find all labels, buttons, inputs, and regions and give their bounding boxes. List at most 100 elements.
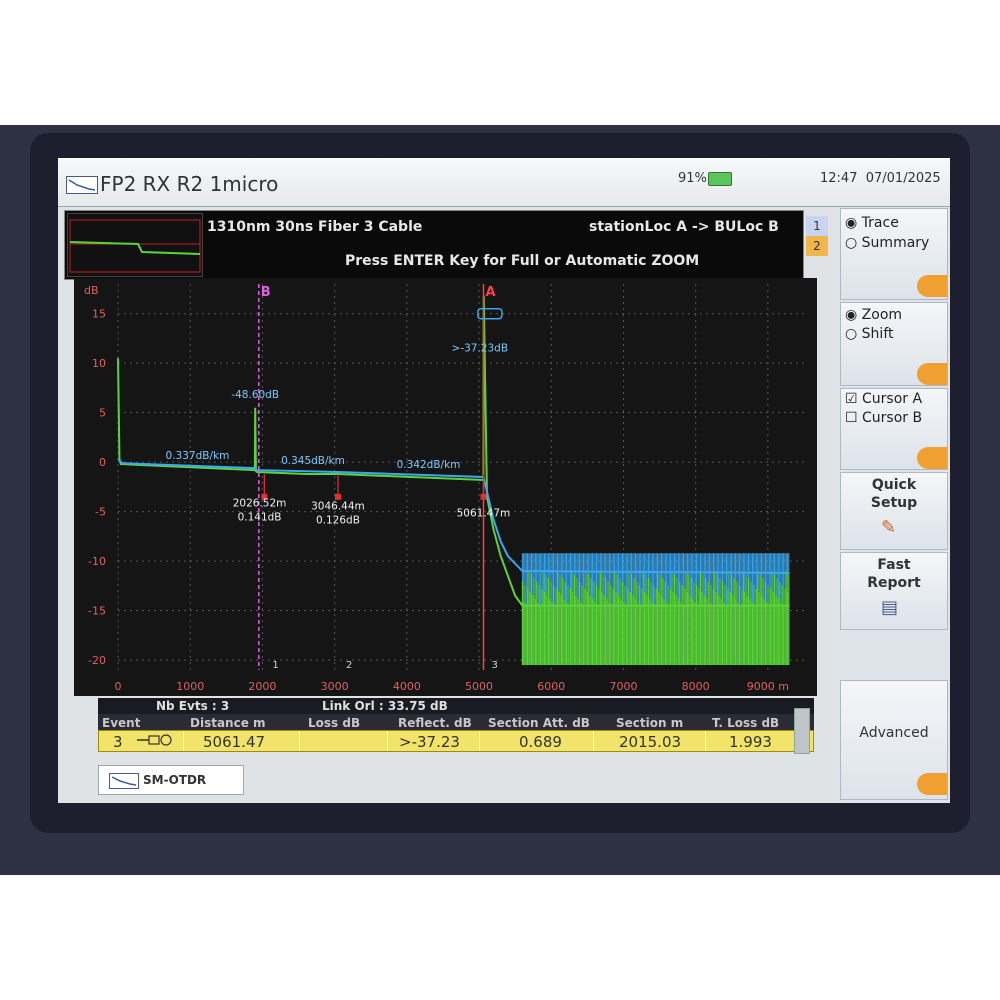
x-tick-label: 1000 bbox=[176, 680, 204, 693]
divider bbox=[705, 731, 706, 751]
zoom-option-label: Zoom bbox=[861, 307, 903, 323]
advanced-label: Advanced bbox=[859, 725, 929, 741]
x-tick-label: 9000 m bbox=[747, 680, 789, 693]
battery-icon bbox=[708, 172, 732, 186]
event-table-header: Event Distance m Loss dB Reflect. dB Sec… bbox=[98, 714, 814, 730]
view-mode-group: ◉ Trace ○ Summary bbox=[840, 208, 948, 300]
trace-annotation: >-37.23dB bbox=[452, 342, 509, 354]
report-icon: ▤ bbox=[881, 597, 899, 618]
trace-1-tab[interactable]: 1 bbox=[806, 216, 828, 236]
x-tick-label: 3000 bbox=[321, 680, 349, 693]
y-tick-label: -10 bbox=[88, 555, 106, 568]
trace-annotation: 0.337dB/km bbox=[166, 450, 230, 462]
event-number-label: 3 bbox=[491, 660, 497, 671]
col-loss: Loss dB bbox=[308, 716, 361, 730]
trace-annotation: 0.141dB bbox=[238, 512, 282, 524]
col-section-m: Section m bbox=[616, 716, 684, 730]
divider bbox=[593, 731, 594, 751]
fast-report-button[interactable]: Fast Report ▤ bbox=[840, 552, 948, 630]
otdr-trace-icon bbox=[66, 176, 98, 194]
softkey-knob-icon[interactable] bbox=[917, 773, 947, 795]
col-t-loss: T. Loss dB bbox=[712, 716, 780, 730]
events-summary-bar: Nb Evts : 3 Link Orl : 33.75 dB bbox=[98, 698, 814, 714]
x-tick-label: 7000 bbox=[609, 680, 637, 693]
mini-trace-overview[interactable] bbox=[67, 213, 203, 277]
softkey-knob-icon[interactable] bbox=[917, 363, 947, 385]
x-tick-label: 4000 bbox=[393, 680, 421, 693]
window-title: FP2 RX R2 1micro bbox=[100, 172, 279, 196]
x-tick-label: 8000 bbox=[682, 680, 710, 693]
event-table-row[interactable]: 3 5061.47 >-37.23 0.689 2015.03 1.993 bbox=[98, 730, 814, 752]
cursor-b-label: B bbox=[261, 285, 271, 300]
reflective-event-icon bbox=[135, 732, 175, 752]
divider bbox=[479, 731, 480, 751]
total-loss: 1.993 bbox=[729, 733, 772, 751]
clock: 12:47 07/01/2025 bbox=[820, 171, 941, 186]
acquisition-params: 1310nm 30ns Fiber 3 Cable bbox=[207, 219, 423, 235]
col-event: Event bbox=[102, 716, 141, 730]
divider bbox=[183, 731, 184, 751]
zoom-shift-group: ◉ Zoom ○ Shift bbox=[840, 302, 948, 386]
tab-label: SM-OTDR bbox=[143, 773, 207, 787]
measurement-info-bar: 1310nm 30ns Fiber 3 Cable stationLoc A -… bbox=[64, 210, 804, 280]
trace-annotation: 2026.52m bbox=[233, 498, 287, 510]
softkey-knob-icon[interactable] bbox=[917, 447, 947, 469]
trace-selector: 1 2 bbox=[806, 216, 828, 256]
advanced-button[interactable]: Advanced bbox=[840, 680, 948, 800]
divider bbox=[387, 731, 388, 751]
softkey-sidebar: ◉ Trace ○ Summary ◉ Zoom ○ Shift ☑ Curso… bbox=[838, 208, 950, 803]
trace-2-tab[interactable]: 2 bbox=[806, 236, 828, 256]
shift-option-label: Shift bbox=[861, 326, 894, 342]
otdr-trace-icon bbox=[109, 773, 139, 789]
y-tick-label: 5 bbox=[99, 407, 106, 420]
x-tick-label: 0 bbox=[115, 680, 122, 693]
quick-setup-button[interactable]: Quick Setup ✎ bbox=[840, 472, 948, 550]
time: 12:47 bbox=[820, 171, 858, 186]
quick-setup-label-1: Quick bbox=[871, 477, 917, 493]
summary-option-label: Summary bbox=[861, 235, 930, 251]
event-count: Nb Evts : 3 bbox=[156, 699, 230, 713]
cursor-a-checkbox[interactable]: ☑ Cursor A bbox=[845, 391, 922, 407]
title-bar: FP2 RX R2 1micro 91% 12:47 07/01/2025 bbox=[58, 158, 950, 207]
divider bbox=[299, 731, 300, 751]
summary-option[interactable]: ○ Summary bbox=[845, 235, 929, 251]
tools-icon: ✎ bbox=[881, 517, 897, 538]
otdr-screen: FP2 RX R2 1micro 91% 12:47 07/01/2025 13… bbox=[58, 158, 950, 803]
y-axis-unit: dB bbox=[84, 284, 99, 297]
event-number-label: 1 bbox=[272, 660, 278, 671]
trace-annotation: 0.345dB/km bbox=[281, 455, 345, 467]
y-tick-label: -5 bbox=[95, 506, 106, 519]
x-tick-label: 5000 bbox=[465, 680, 493, 693]
softkey-knob-icon[interactable] bbox=[917, 275, 947, 297]
otdr-trace-plot[interactable]: 0 1000 2000 3000 4000 5000 6000 7000 8000 9000 m 1… bbox=[74, 278, 817, 696]
y-tick-label: -15 bbox=[88, 605, 106, 618]
zoom-option[interactable]: ◉ Zoom bbox=[845, 307, 902, 323]
date: 07/01/2025 bbox=[865, 171, 941, 186]
cursor-a-label: Cursor A bbox=[862, 391, 923, 407]
col-distance: Distance m bbox=[190, 716, 266, 730]
tab-sm-otdr[interactable]: SM-OTDR bbox=[98, 765, 244, 795]
section-length: 2015.03 bbox=[619, 733, 682, 751]
table-scrollbar[interactable] bbox=[794, 708, 810, 754]
x-tick-label: 6000 bbox=[537, 680, 565, 693]
shift-option[interactable]: ○ Shift bbox=[845, 326, 894, 342]
y-tick-label: 15 bbox=[92, 308, 106, 321]
event-distance: 5061.47 bbox=[203, 733, 266, 751]
y-tick-label: 0 bbox=[99, 456, 106, 469]
y-tick-label: -20 bbox=[88, 654, 106, 667]
event-marker-square bbox=[480, 493, 487, 500]
trace-annotation: 3046.44m bbox=[311, 501, 365, 513]
cursor-a-label: A bbox=[485, 285, 495, 300]
cursor-b-checkbox[interactable]: ☐ Cursor B bbox=[845, 410, 922, 426]
trace-annotation: 0.126dB bbox=[316, 515, 360, 527]
link-orl: Link Orl : 33.75 dB bbox=[322, 699, 448, 713]
col-section-att: Section Att. dB bbox=[488, 716, 590, 730]
fast-report-label-2: Report bbox=[867, 575, 921, 591]
event-number: 3 bbox=[113, 733, 123, 751]
section-attenuation: 0.689 bbox=[519, 733, 562, 751]
col-reflect: Reflect. dB bbox=[398, 716, 472, 730]
trace-option[interactable]: ◉ Trace bbox=[845, 215, 899, 231]
zoom-hint: Press ENTER Key for Full or Automatic ZO… bbox=[345, 253, 700, 269]
event-number-label: 2 bbox=[346, 660, 352, 671]
link-route: stationLoc A -> BULoc B bbox=[589, 219, 779, 235]
